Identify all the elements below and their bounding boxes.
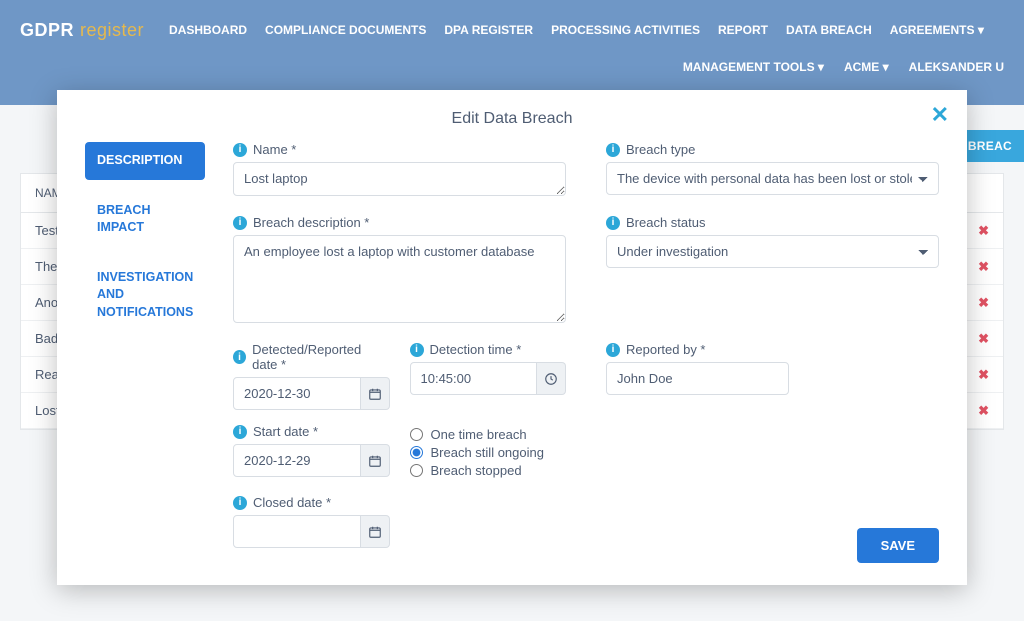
tab-investigation[interactable]: INVESTIGATION AND NOTIFICATIONS	[85, 259, 205, 332]
navbar: GDPR register DASHBOARD COMPLIANCE DOCUM…	[0, 0, 1024, 60]
form-area: i Name * i Breach type The device with per…	[233, 142, 939, 548]
label-breach-description: Breach description *	[253, 215, 369, 230]
info-icon: i	[410, 343, 424, 357]
tab-breach-impact[interactable]: BREACH IMPACT	[85, 192, 205, 247]
nav-activities[interactable]: PROCESSING ACTIVITIES	[551, 23, 700, 37]
label-breach-type: Breach type	[626, 142, 695, 157]
radio-one-time[interactable]: One time breach	[410, 427, 567, 442]
clock-icon[interactable]	[537, 362, 566, 395]
nav-dashboard[interactable]: DASHBOARD	[169, 23, 247, 37]
label-detection-time: Detection time *	[430, 342, 522, 357]
label-breach-status: Breach status	[626, 215, 706, 230]
modal-overlay: Edit Data Breach ✕ DESCRIPTION BREACH IM…	[0, 90, 1024, 621]
start-date-input[interactable]	[233, 444, 361, 477]
info-icon: i	[233, 350, 246, 364]
breach-type-select[interactable]: The device with personal data has been l…	[606, 162, 939, 195]
info-icon: i	[233, 496, 247, 510]
nav-agreements[interactable]: AGREEMENTS ▾	[890, 23, 984, 37]
nav-dpa[interactable]: DPA REGISTER	[444, 23, 533, 37]
label-reported-by: Reported by *	[626, 342, 706, 357]
close-icon[interactable]: ✕	[931, 102, 949, 128]
radio-ongoing[interactable]: Breach still ongoing	[410, 445, 567, 460]
tab-description[interactable]: DESCRIPTION	[85, 142, 205, 180]
breach-status-select[interactable]: Under investigation	[606, 235, 939, 268]
label-closed-date: Closed date *	[253, 495, 331, 510]
calendar-icon[interactable]	[361, 444, 390, 477]
info-icon: i	[233, 216, 247, 230]
modal-title: Edit Data Breach	[85, 110, 939, 128]
save-button[interactable]: SAVE	[857, 528, 939, 563]
detection-time-input[interactable]	[410, 362, 538, 395]
radio-stopped[interactable]: Breach stopped	[410, 463, 567, 478]
name-input[interactable]	[233, 162, 566, 196]
nav-user[interactable]: ALEKSANDER U	[909, 60, 1004, 74]
info-icon: i	[233, 143, 247, 157]
calendar-icon[interactable]	[361, 515, 390, 548]
calendar-icon[interactable]	[361, 377, 390, 410]
modal-side-tabs: DESCRIPTION BREACH IMPACT INVESTIGATION …	[85, 142, 205, 548]
nav-breach[interactable]: DATA BREACH	[786, 23, 872, 37]
info-icon: i	[606, 216, 620, 230]
nav-compliance[interactable]: COMPLIANCE DOCUMENTS	[265, 23, 426, 37]
logo-register: register	[80, 20, 144, 41]
label-name: Name *	[253, 142, 296, 157]
reported-by-input[interactable]	[606, 362, 789, 395]
edit-breach-modal: Edit Data Breach ✕ DESCRIPTION BREACH IM…	[57, 90, 967, 585]
label-start-date: Start date *	[253, 424, 318, 439]
closed-date-input[interactable]	[233, 515, 361, 548]
nav-report[interactable]: REPORT	[718, 23, 768, 37]
nav-mgmt-tools[interactable]: MANAGEMENT TOOLS ▾	[683, 60, 824, 74]
label-detected-date: Detected/Reported date *	[252, 342, 389, 372]
nav-acme[interactable]: ACME ▾	[844, 60, 889, 74]
info-icon: i	[606, 143, 620, 157]
info-icon: i	[233, 425, 247, 439]
logo-gdpr: GDPR	[20, 20, 74, 41]
logo[interactable]: GDPR register	[20, 20, 144, 41]
info-icon: i	[606, 343, 620, 357]
detected-date-input[interactable]	[233, 377, 361, 410]
nav-items: DASHBOARD COMPLIANCE DOCUMENTS DPA REGIS…	[169, 23, 984, 37]
breach-description-input[interactable]	[233, 235, 566, 323]
